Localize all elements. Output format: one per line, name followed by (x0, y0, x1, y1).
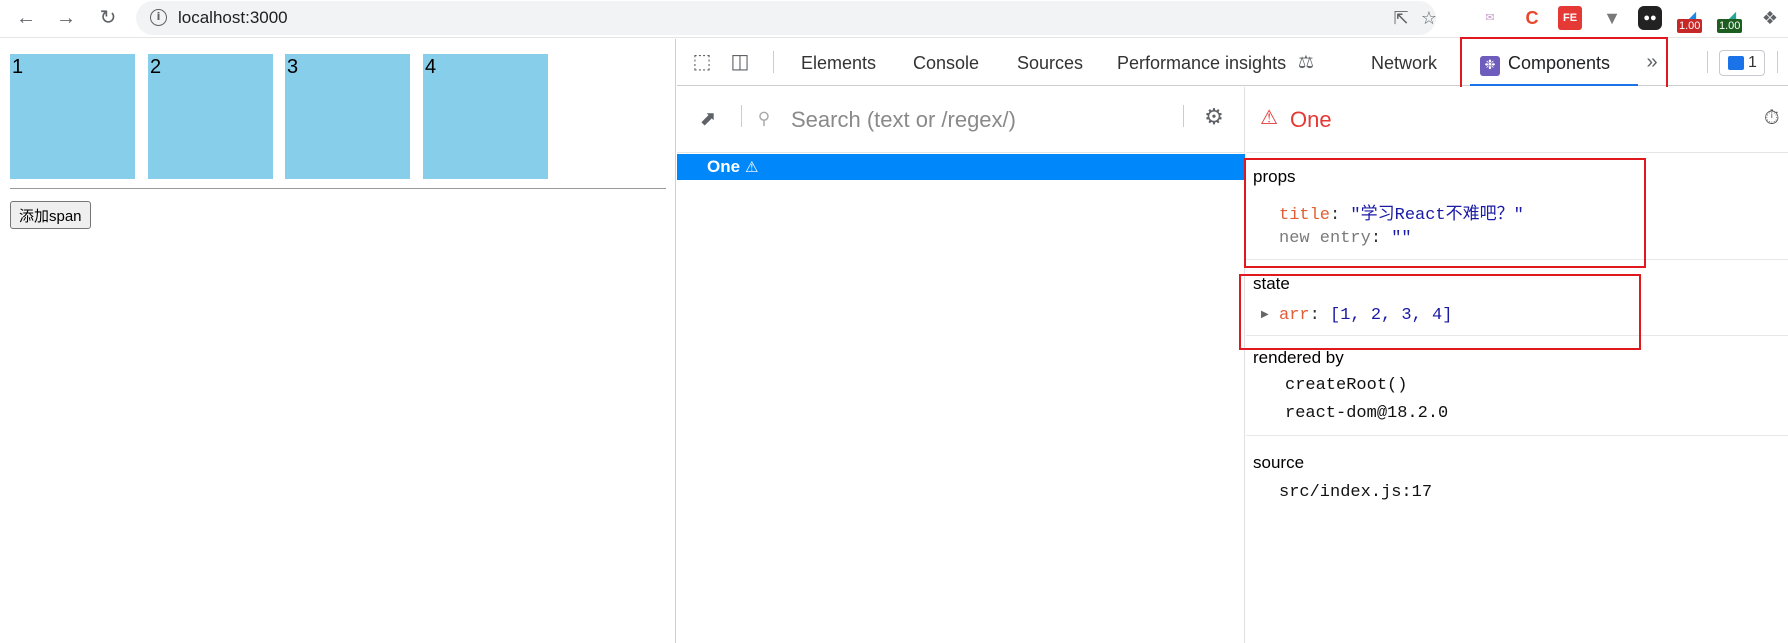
rendered-by-label: rendered by (1253, 348, 1344, 367)
page-viewport: 1 2 3 4 添加span (0, 39, 676, 643)
site-info-icon[interactable]: i (150, 9, 167, 26)
inspect-element-icon[interactable]: ⬚ (689, 50, 715, 74)
device-toggle-icon[interactable]: ◫ (727, 50, 753, 74)
url-text[interactable]: localhost:3000 (178, 8, 288, 28)
share-icon[interactable]: ⇱ (1390, 7, 1412, 29)
source-location[interactable]: src/index.js:17 (1279, 483, 1432, 502)
highlight-frame (1239, 274, 1641, 350)
extension-badge: 1.00 (1717, 19, 1743, 33)
stopwatch-icon[interactable]: ⏱ (1764, 105, 1788, 129)
toolbar-divider (1183, 105, 1184, 127)
highlight-frame (1460, 37, 1668, 91)
forward-icon[interactable]: → (52, 4, 80, 32)
reload-icon[interactable]: ↻ (94, 4, 122, 32)
puzzle-icon[interactable]: ❖ (1758, 6, 1782, 30)
inspector-header: ⚠ One ⏱ (1246, 87, 1788, 153)
issues-count: 1 (1748, 54, 1757, 71)
number-box: 2 (148, 54, 273, 179)
extension-icon[interactable]: ✉ (1478, 6, 1502, 30)
message-icon (1728, 56, 1744, 70)
gear-icon[interactable]: ⚙ (1201, 105, 1227, 129)
back-icon[interactable]: ← (12, 4, 40, 32)
rendered-by-item[interactable]: react-dom@18.2.0 (1285, 404, 1448, 423)
warning-icon: ⚠ (1260, 105, 1278, 129)
tab-network[interactable]: Network (1371, 53, 1437, 74)
rendered-by-item[interactable]: createRoot() (1285, 376, 1407, 395)
toolbar-divider (1707, 51, 1708, 73)
tab-elements[interactable]: Elements (801, 53, 876, 74)
horizontal-rule (10, 188, 666, 189)
select-element-icon[interactable]: ⬈ (695, 107, 721, 131)
number-box: 4 (423, 54, 548, 179)
vue-devtools-icon[interactable]: ▼ (1600, 6, 1624, 30)
extension-icon[interactable]: FE (1558, 6, 1582, 30)
tree-item-label: One (707, 157, 741, 176)
extension-icon[interactable]: C (1520, 6, 1544, 30)
toolbar-divider (1777, 51, 1778, 73)
browser-toolbar: ← → ↻ i localhost:3000 ⇱ ☆ ✉ C FE ▼ ●● ◢… (0, 0, 1788, 38)
component-name: One (1290, 107, 1332, 132)
toolbar-divider (773, 51, 774, 73)
bookmark-star-icon[interactable]: ☆ (1418, 7, 1440, 29)
highlight-frame (1244, 158, 1646, 268)
section-divider (1246, 435, 1788, 436)
warning-icon: ⚠ (745, 158, 759, 176)
toolbar-divider (741, 105, 742, 127)
search-row: ⬈ ⚲ ⚙ (677, 87, 1245, 153)
number-box: 3 (285, 54, 410, 179)
add-span-button[interactable]: 添加span (10, 201, 91, 229)
flask-icon: ⚖ (1297, 52, 1315, 72)
tab-performance-insights[interactable]: Performance insights (1117, 53, 1286, 74)
source-label: source (1253, 453, 1305, 472)
component-tree-panel: ⬈ ⚲ ⚙ One ⚠ (677, 87, 1245, 643)
address-bar[interactable]: i localhost:3000 ⇱ ☆ (136, 1, 1437, 35)
search-input[interactable] (791, 105, 1211, 135)
extension-icon[interactable]: ●● (1638, 6, 1662, 30)
number-box: 1 (10, 54, 135, 179)
search-icon: ⚲ (757, 109, 771, 128)
extension-badge: 1.00 (1677, 19, 1703, 33)
tab-console[interactable]: Console (913, 53, 979, 74)
tree-item-one[interactable]: One ⚠ (677, 154, 1245, 180)
issues-badge[interactable]: 1 (1719, 50, 1765, 76)
tab-sources[interactable]: Sources (1017, 53, 1083, 74)
